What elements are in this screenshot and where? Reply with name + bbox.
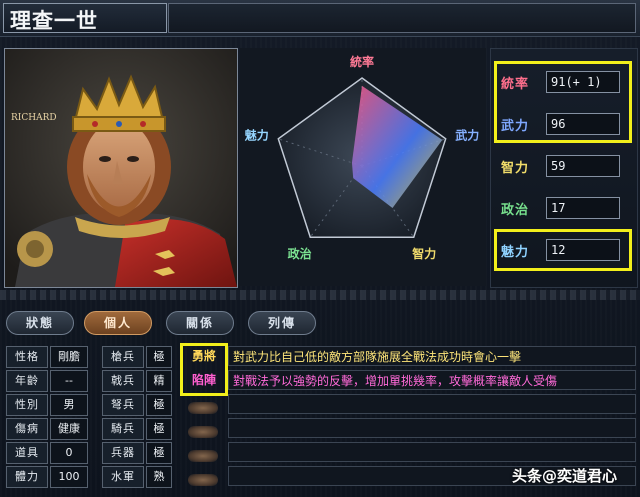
troop-value-halberd: 精 — [146, 370, 172, 392]
info-label-gender: 性別 — [6, 394, 48, 416]
stat-value: 17 — [546, 197, 620, 219]
stat-value: 59 — [546, 155, 620, 177]
info-value-item: 0 — [50, 442, 88, 464]
troop-value-spear: 極 — [146, 346, 172, 368]
info-label-item: 道具 — [6, 442, 48, 464]
info-value-personality: 剛膽 — [50, 346, 88, 368]
troop-label-halberd: 戟兵 — [102, 370, 144, 392]
highlight-box-top-stats — [494, 61, 632, 143]
info-value-age: -- — [50, 370, 88, 392]
tab-relations[interactable]: 關係 — [166, 311, 234, 335]
stat-label: 智力 — [501, 161, 530, 176]
stats-panel: 統率 91(+ 1) 武力 96 智力 59 政治 17 魅力 12 — [490, 48, 638, 288]
info-value-gender: 男 — [50, 394, 88, 416]
stat-row-zhili: 智力 59 — [491, 153, 637, 179]
skill-desc-empty — [228, 394, 636, 414]
info-value-injury: 健康 — [50, 418, 88, 440]
radar-label-tongshuai: 統率 — [350, 54, 374, 69]
troop-value-cavalry: 極 — [146, 418, 172, 440]
troop-label-crossbow: 弩兵 — [102, 394, 144, 416]
troop-label-siege: 兵器 — [102, 442, 144, 464]
skill-desc-empty — [228, 442, 636, 462]
troop-value-navy: 熟 — [146, 466, 172, 488]
troop-label-cavalry: 騎兵 — [102, 418, 144, 440]
troop-label-spear: 槍兵 — [102, 346, 144, 368]
info-label-injury: 傷病 — [6, 418, 48, 440]
empty-skill-slot — [188, 450, 218, 462]
officer-name-box: 理查一世 — [3, 3, 167, 33]
officer-portrait: RICHARD — [4, 48, 238, 288]
info-label-stamina: 體力 — [6, 466, 48, 488]
radar-label-zhili: 智力 — [411, 246, 436, 261]
troop-value-siege: 極 — [146, 442, 172, 464]
skill-desc-empty — [228, 418, 636, 438]
portrait-caption: RICHARD — [11, 113, 57, 123]
empty-skill-slot — [188, 402, 218, 414]
skill-desc-xianzhen: 對戰法予以強勢的反擊，增加單挑幾率，攻擊概率讓敵人受傷 — [228, 370, 636, 390]
radar-label-zhengzhi: 政治 — [288, 246, 312, 261]
game-screen: 理查一世 RICHARD 統率 武力 智力 政治 魅力 統率 91(+ 1) 武… — [0, 0, 640, 497]
skill-desc-yongjiang: 對武力比自己低的敵方部隊施展全戰法成功時會心一擊 — [228, 346, 636, 366]
info-label-age: 年齡 — [6, 370, 48, 392]
title-bar: 理查一世 — [0, 0, 640, 37]
highlight-box-meili — [494, 229, 632, 271]
ability-radar-chart: 統率 武力 智力 政治 魅力 — [240, 48, 486, 286]
watermark: 头条@奕道君心 — [512, 467, 618, 485]
tab-status[interactable]: 狀態 — [6, 311, 74, 335]
section-divider — [0, 290, 640, 300]
stat-row-zhengzhi: 政治 17 — [491, 195, 637, 221]
radar-label-wuli: 武力 — [455, 128, 479, 143]
officer-name: 理查一世 — [10, 8, 98, 33]
info-label-personality: 性格 — [6, 346, 48, 368]
info-value-stamina: 100 — [50, 466, 88, 488]
empty-skill-slot — [188, 474, 218, 486]
tab-biography[interactable]: 列傳 — [248, 311, 316, 335]
portrait-image — [5, 49, 237, 287]
empty-skill-slot — [188, 426, 218, 438]
radar-label-meili: 魅力 — [245, 128, 269, 143]
stat-label: 政治 — [501, 203, 530, 218]
highlight-box-skills — [180, 343, 228, 396]
title-bar-panel — [168, 3, 636, 33]
troop-label-navy: 水軍 — [102, 466, 144, 488]
tab-personal[interactable]: 個人 — [84, 311, 152, 335]
troop-value-crossbow: 極 — [146, 394, 172, 416]
